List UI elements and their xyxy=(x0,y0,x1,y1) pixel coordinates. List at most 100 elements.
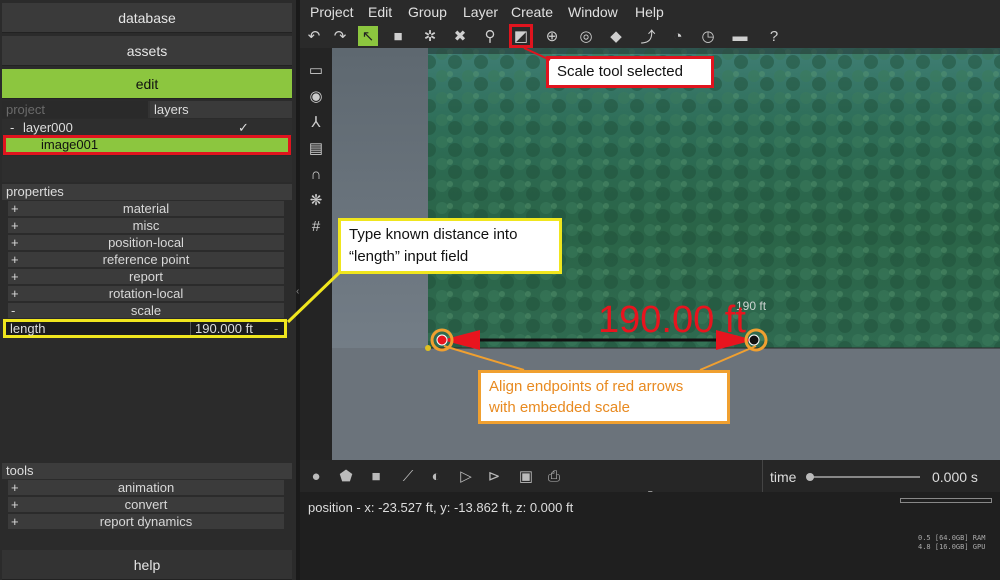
prop-material[interactable]: + material xyxy=(8,201,284,217)
toolbar: ↶ ↷ ↖ ■ ✲ ✖ ⚲ ◩ ⊕ ◎ ◆ ⤴ ◔ ◷ ▬ ? xyxy=(300,24,1000,48)
tool-report-dynamics[interactable]: + report dynamics xyxy=(8,514,284,530)
panel-tabs: project layers xyxy=(2,101,292,118)
tool-animation[interactable]: + animation xyxy=(8,480,284,496)
box-icon[interactable]: ■ xyxy=(388,26,408,46)
divider xyxy=(762,460,763,492)
edit-button[interactable]: edit xyxy=(2,69,292,99)
prop-misc[interactable]: + misc xyxy=(8,218,284,234)
progress-bar xyxy=(900,498,992,503)
properties-header: properties xyxy=(2,184,292,200)
time-label: time xyxy=(770,469,797,485)
layer-name: layer000 xyxy=(23,120,73,135)
crash-icon[interactable]: ✖ xyxy=(450,26,470,46)
prop-scale[interactable]: - scale xyxy=(8,303,284,319)
prop-position-local[interactable]: + position-local xyxy=(8,235,284,251)
menu-project[interactable]: Project xyxy=(310,4,354,20)
prop-label: rotation-local xyxy=(108,286,184,301)
target-icon[interactable]: ◉ xyxy=(306,86,326,106)
menu-edit[interactable]: Edit xyxy=(368,4,392,20)
layer-row[interactable]: - layer000 ✓ xyxy=(2,119,292,136)
prop-report[interactable]: + report xyxy=(8,269,284,285)
align-callout: Align endpoints of red arrows with embed… xyxy=(478,370,730,424)
timeline-bar: ● ⬟ ■ ⟋ ◐ ▷ ⊳ ▣ ⎙ time 0.000 s ▾ xyxy=(300,460,1000,498)
length-callout-arrow xyxy=(286,270,342,324)
tool-label: report dynamics xyxy=(99,514,193,529)
status-area: position - x: -23.527 ft, y: -13.862 ft,… xyxy=(300,492,1000,580)
align-callout-line2: with embedded scale xyxy=(489,399,630,416)
zoom-icon[interactable]: ⚲ xyxy=(480,26,500,46)
menu-create[interactable]: Create xyxy=(511,4,553,20)
align-callout-line1: Align endpoints of red arrows xyxy=(489,378,684,395)
document-icon[interactable]: ▣ xyxy=(516,466,536,486)
tools-header: tools xyxy=(2,463,292,479)
play-icon[interactable]: ▷ xyxy=(456,466,476,486)
layer-visible-check[interactable]: ✓ xyxy=(238,119,249,136)
image-row[interactable]: image001 xyxy=(3,135,291,155)
assets-button[interactable]: assets xyxy=(2,36,292,66)
length-reset-button[interactable]: - xyxy=(274,322,278,335)
time-slider[interactable] xyxy=(810,476,920,478)
gauge-icon[interactable]: ◔ xyxy=(668,26,688,46)
play-step-icon[interactable]: ⊳ xyxy=(484,466,504,486)
sphere-icon[interactable]: ● xyxy=(306,466,326,486)
tape-icon[interactable]: ▬ xyxy=(730,26,750,46)
time-value: 0.000 s xyxy=(932,469,978,485)
tool-convert[interactable]: + convert xyxy=(8,497,284,513)
tab-layers[interactable]: layers xyxy=(150,101,292,118)
menu-help[interactable]: Help xyxy=(635,4,664,20)
menu-window[interactable]: Window xyxy=(568,4,618,20)
left-panel: database assets edit project layers - la… xyxy=(0,0,296,580)
tool-label: animation xyxy=(117,480,175,495)
ram-readout: 0.5 [64.0GB] RAM xyxy=(918,534,986,542)
length-input[interactable]: 190.000 ft xyxy=(195,322,253,335)
image-name: image001 xyxy=(41,137,99,152)
redo-icon[interactable]: ↷ xyxy=(330,26,350,46)
prop-reference-point[interactable]: + reference point xyxy=(8,252,284,268)
layer-collapse-toggle[interactable]: - xyxy=(10,119,14,136)
print-icon[interactable]: ⎙ xyxy=(544,466,564,486)
grid-icon[interactable]: # xyxy=(306,216,326,236)
prop-label: scale xyxy=(130,303,162,318)
axes-icon[interactable]: ⅄ xyxy=(306,112,326,132)
scale-callout-arrow xyxy=(523,47,551,61)
select-icon[interactable]: ↖ xyxy=(358,26,378,46)
graph-icon[interactable]: ⟋ xyxy=(398,466,418,486)
scale-tool-callout: Scale tool selected xyxy=(546,56,714,88)
layer-list-space xyxy=(2,156,292,182)
path-icon[interactable]: ⤴ xyxy=(638,26,658,46)
camera-icon[interactable]: ▭ xyxy=(306,60,326,80)
render-icon[interactable]: ◐ xyxy=(426,466,446,486)
help-icon[interactable]: ? xyxy=(764,26,784,46)
menu-group[interactable]: Group xyxy=(408,4,447,20)
prop-label: reference point xyxy=(102,252,190,267)
help-button[interactable]: help xyxy=(2,550,292,580)
length-callout-line1: Type known distance into xyxy=(349,226,518,243)
speedometer-icon[interactable]: ◷ xyxy=(698,26,718,46)
menu-layer[interactable]: Layer xyxy=(463,4,498,20)
dial-icon[interactable]: ◎ xyxy=(576,26,596,46)
shield-icon[interactable]: ⬟ xyxy=(336,466,356,486)
ramp-icon[interactable]: ◆ xyxy=(606,26,626,46)
move-icon[interactable]: ⊕ xyxy=(542,26,562,46)
length-field-row: length 190.000 ft - xyxy=(3,319,287,338)
square-icon[interactable]: ■ xyxy=(366,466,386,486)
database-button[interactable]: database xyxy=(2,3,292,33)
time-slider-thumb[interactable] xyxy=(806,473,814,481)
tab-project[interactable]: project xyxy=(2,101,148,118)
prop-label: position-local xyxy=(108,235,184,250)
field-divider xyxy=(190,322,191,335)
film-icon[interactable]: ▤ xyxy=(306,138,326,158)
length-callout-line2: “length” input field xyxy=(349,248,469,265)
satellite-icon[interactable]: ✲ xyxy=(420,26,440,46)
tool-label: convert xyxy=(124,497,168,512)
position-readout: position - x: -23.527 ft, y: -13.862 ft,… xyxy=(308,500,574,515)
undo-icon[interactable]: ↶ xyxy=(304,26,324,46)
prop-label: material xyxy=(122,201,170,216)
tool-sidebar: ▭ ◉ ⅄ ▤ ∩ ❋ # xyxy=(300,48,332,460)
scale-icon[interactable]: ◩ xyxy=(509,24,533,48)
align-callout-arrows xyxy=(443,345,757,371)
prop-rotation-local[interactable]: + rotation-local xyxy=(8,286,284,302)
magnet-icon[interactable]: ∩ xyxy=(306,164,326,184)
length-label: length xyxy=(10,321,46,336)
molecule-icon[interactable]: ❋ xyxy=(306,190,326,210)
